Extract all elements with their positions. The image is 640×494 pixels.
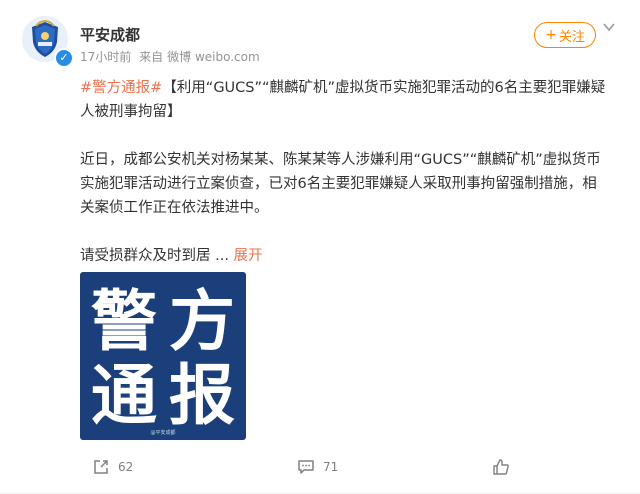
image-char-jing: 警 xyxy=(91,283,157,360)
chevron-down-icon[interactable] xyxy=(602,20,616,34)
post-paragraph: 近日，成都公安机关对杨某某、陈某某等人涉嫌利用“GUCS”“麒麟矿机”虚拟货币实… xyxy=(80,152,601,216)
thumbs-up-icon xyxy=(493,459,509,475)
like-button[interactable] xyxy=(492,458,518,476)
follow-label: 关注 xyxy=(558,29,585,45)
share-count: 62 xyxy=(118,460,134,474)
avatar[interactable]: ✓ xyxy=(22,16,74,68)
author-name[interactable]: 平安成都 xyxy=(80,24,140,45)
plus-icon: + xyxy=(545,27,557,43)
post-meta: 17小时前 来自 微博 weibo.com xyxy=(80,48,264,65)
image-char-fang: 方 xyxy=(169,283,235,360)
expand-link[interactable]: 展开 xyxy=(234,248,263,264)
hashtag-link[interactable]: #警方通报# xyxy=(80,80,162,96)
comment-icon xyxy=(298,460,314,474)
action-bar: 62 71 xyxy=(0,458,640,482)
police-notice-image[interactable]: 警 方 通 报 @平安成都 xyxy=(80,272,246,440)
share-icon xyxy=(94,460,108,474)
comment-button[interactable]: 71 xyxy=(297,458,338,476)
image-char-tong: 通 xyxy=(91,357,157,434)
post-body: #警方通报#【利用“GUCS”“麒麟矿机”虚拟货币实施犯罪活动的6名主要犯罪嫌疑… xyxy=(80,76,610,268)
weibo-post-card: ✓ 平安成都 17小时前 来自 微博 weibo.com + 关注 #警方通报#【… xyxy=(0,0,640,494)
comment-count: 71 xyxy=(323,460,339,474)
image-char-bao: 报 xyxy=(169,357,235,434)
image-watermark: @平安成都 xyxy=(150,429,175,436)
post-source: 微博 weibo.com xyxy=(167,50,260,64)
post-title-line: #警方通报#【利用“GUCS”“麒麟矿机”虚拟货币实施犯罪活动的6名主要犯罪嫌疑… xyxy=(80,76,610,124)
source-prefix: 来自 xyxy=(139,50,164,64)
follow-button[interactable]: + 关注 xyxy=(534,22,596,48)
share-button[interactable]: 62 xyxy=(92,458,133,476)
verified-badge-icon: ✓ xyxy=(54,48,74,68)
truncated-text: 请受损群众及时到居 xyxy=(80,248,211,264)
ellipsis: ... xyxy=(215,248,229,264)
post-truncated-line: 请受损群众及时到居 ... 展开 xyxy=(80,244,610,268)
post-time[interactable]: 17小时前 xyxy=(80,50,131,64)
